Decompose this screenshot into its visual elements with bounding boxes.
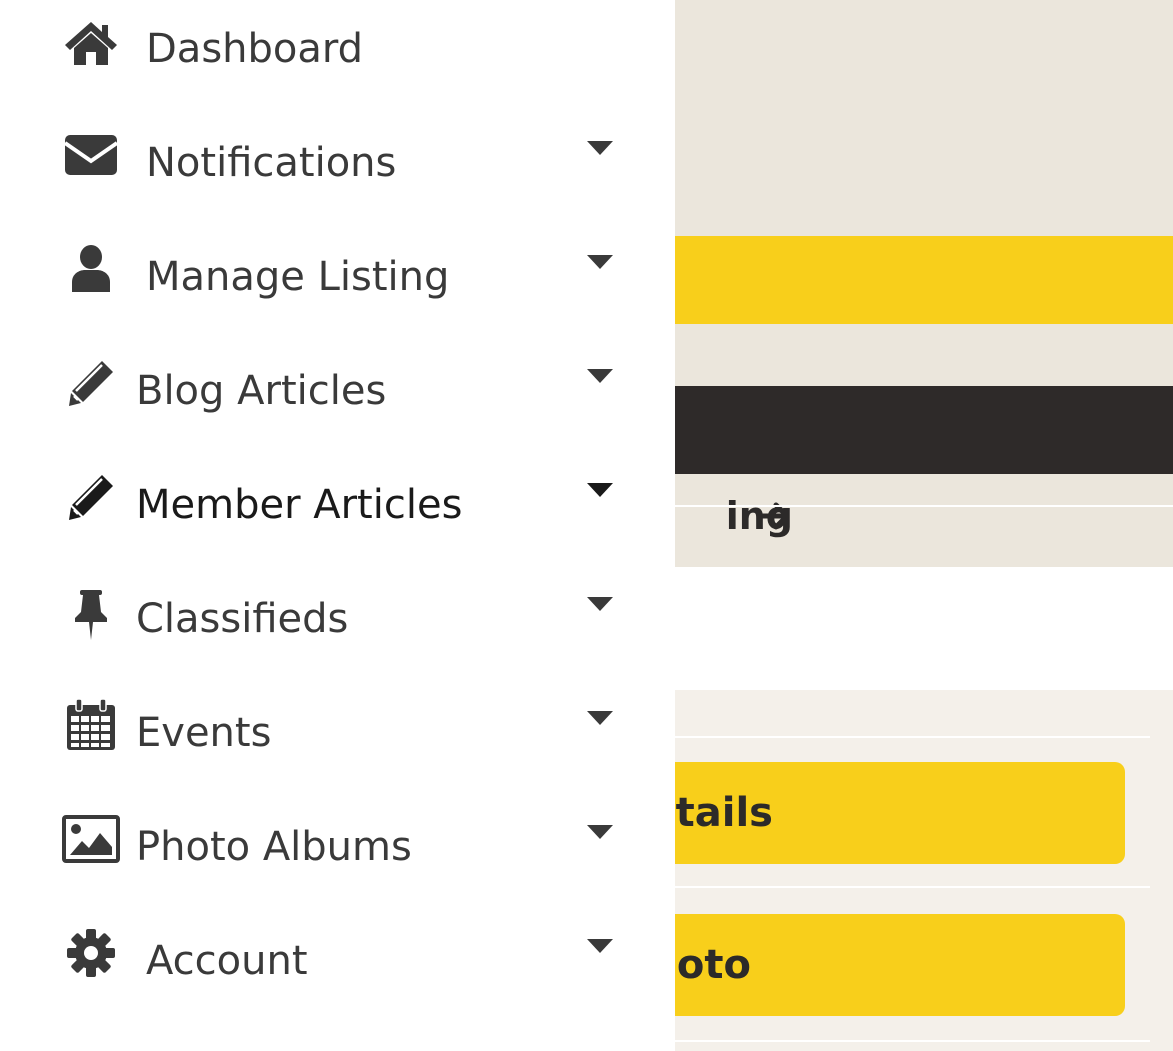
menu-item-notifications[interactable]: Notifications	[0, 124, 675, 238]
menu-item-account[interactable]: Account	[0, 922, 675, 1036]
pencil-icon	[60, 352, 122, 414]
menu-item-label: Blog Articles	[136, 368, 387, 414]
chevron-down-icon[interactable]	[586, 824, 614, 840]
menu-item-label: Notifications	[146, 140, 397, 186]
chevron-down-icon[interactable]	[586, 596, 614, 612]
menu-item-label: Member Articles	[136, 482, 463, 528]
pencil-icon	[60, 466, 122, 528]
menu-item-label: Dashboard	[146, 26, 364, 72]
menu-item-label: Classifieds	[136, 596, 349, 642]
chevron-down-icon[interactable]	[586, 938, 614, 954]
chevron-down-icon[interactable]	[586, 710, 614, 726]
menu-item-photo-albums[interactable]: Photo Albums	[0, 808, 675, 922]
arrow-right-icon	[759, 502, 790, 530]
menu-item-label: Manage Listing	[146, 254, 450, 300]
chevron-down-icon[interactable]	[586, 482, 614, 498]
menu-item-classifieds[interactable]: Classifieds	[0, 580, 675, 694]
image-icon	[60, 808, 122, 870]
menu-item-dashboard[interactable]: Dashboard	[0, 10, 675, 124]
menu-item-member-articles[interactable]: Member Articles	[0, 466, 675, 580]
chevron-down-icon[interactable]	[586, 254, 614, 270]
menu-item-label: Events	[136, 710, 272, 756]
gear-icon	[60, 922, 122, 984]
pushpin-icon	[60, 584, 122, 646]
menu-item-manage-listing[interactable]: Manage Listing	[0, 238, 675, 352]
chevron-down-icon[interactable]	[586, 368, 614, 384]
user-icon	[60, 238, 122, 300]
home-icon	[60, 12, 122, 74]
menu-item-events[interactable]: Events	[0, 694, 675, 808]
chevron-down-icon[interactable]	[586, 140, 614, 156]
calendar-icon	[60, 694, 122, 756]
menu-item-blog-articles[interactable]: Blog Articles	[0, 352, 675, 466]
menu-item-label: Account	[146, 938, 308, 984]
menu-item-label: Photo Albums	[136, 824, 412, 870]
envelope-icon	[60, 124, 122, 186]
side-menu: Dashboard Notifications Manage Listing B…	[0, 0, 675, 1051]
